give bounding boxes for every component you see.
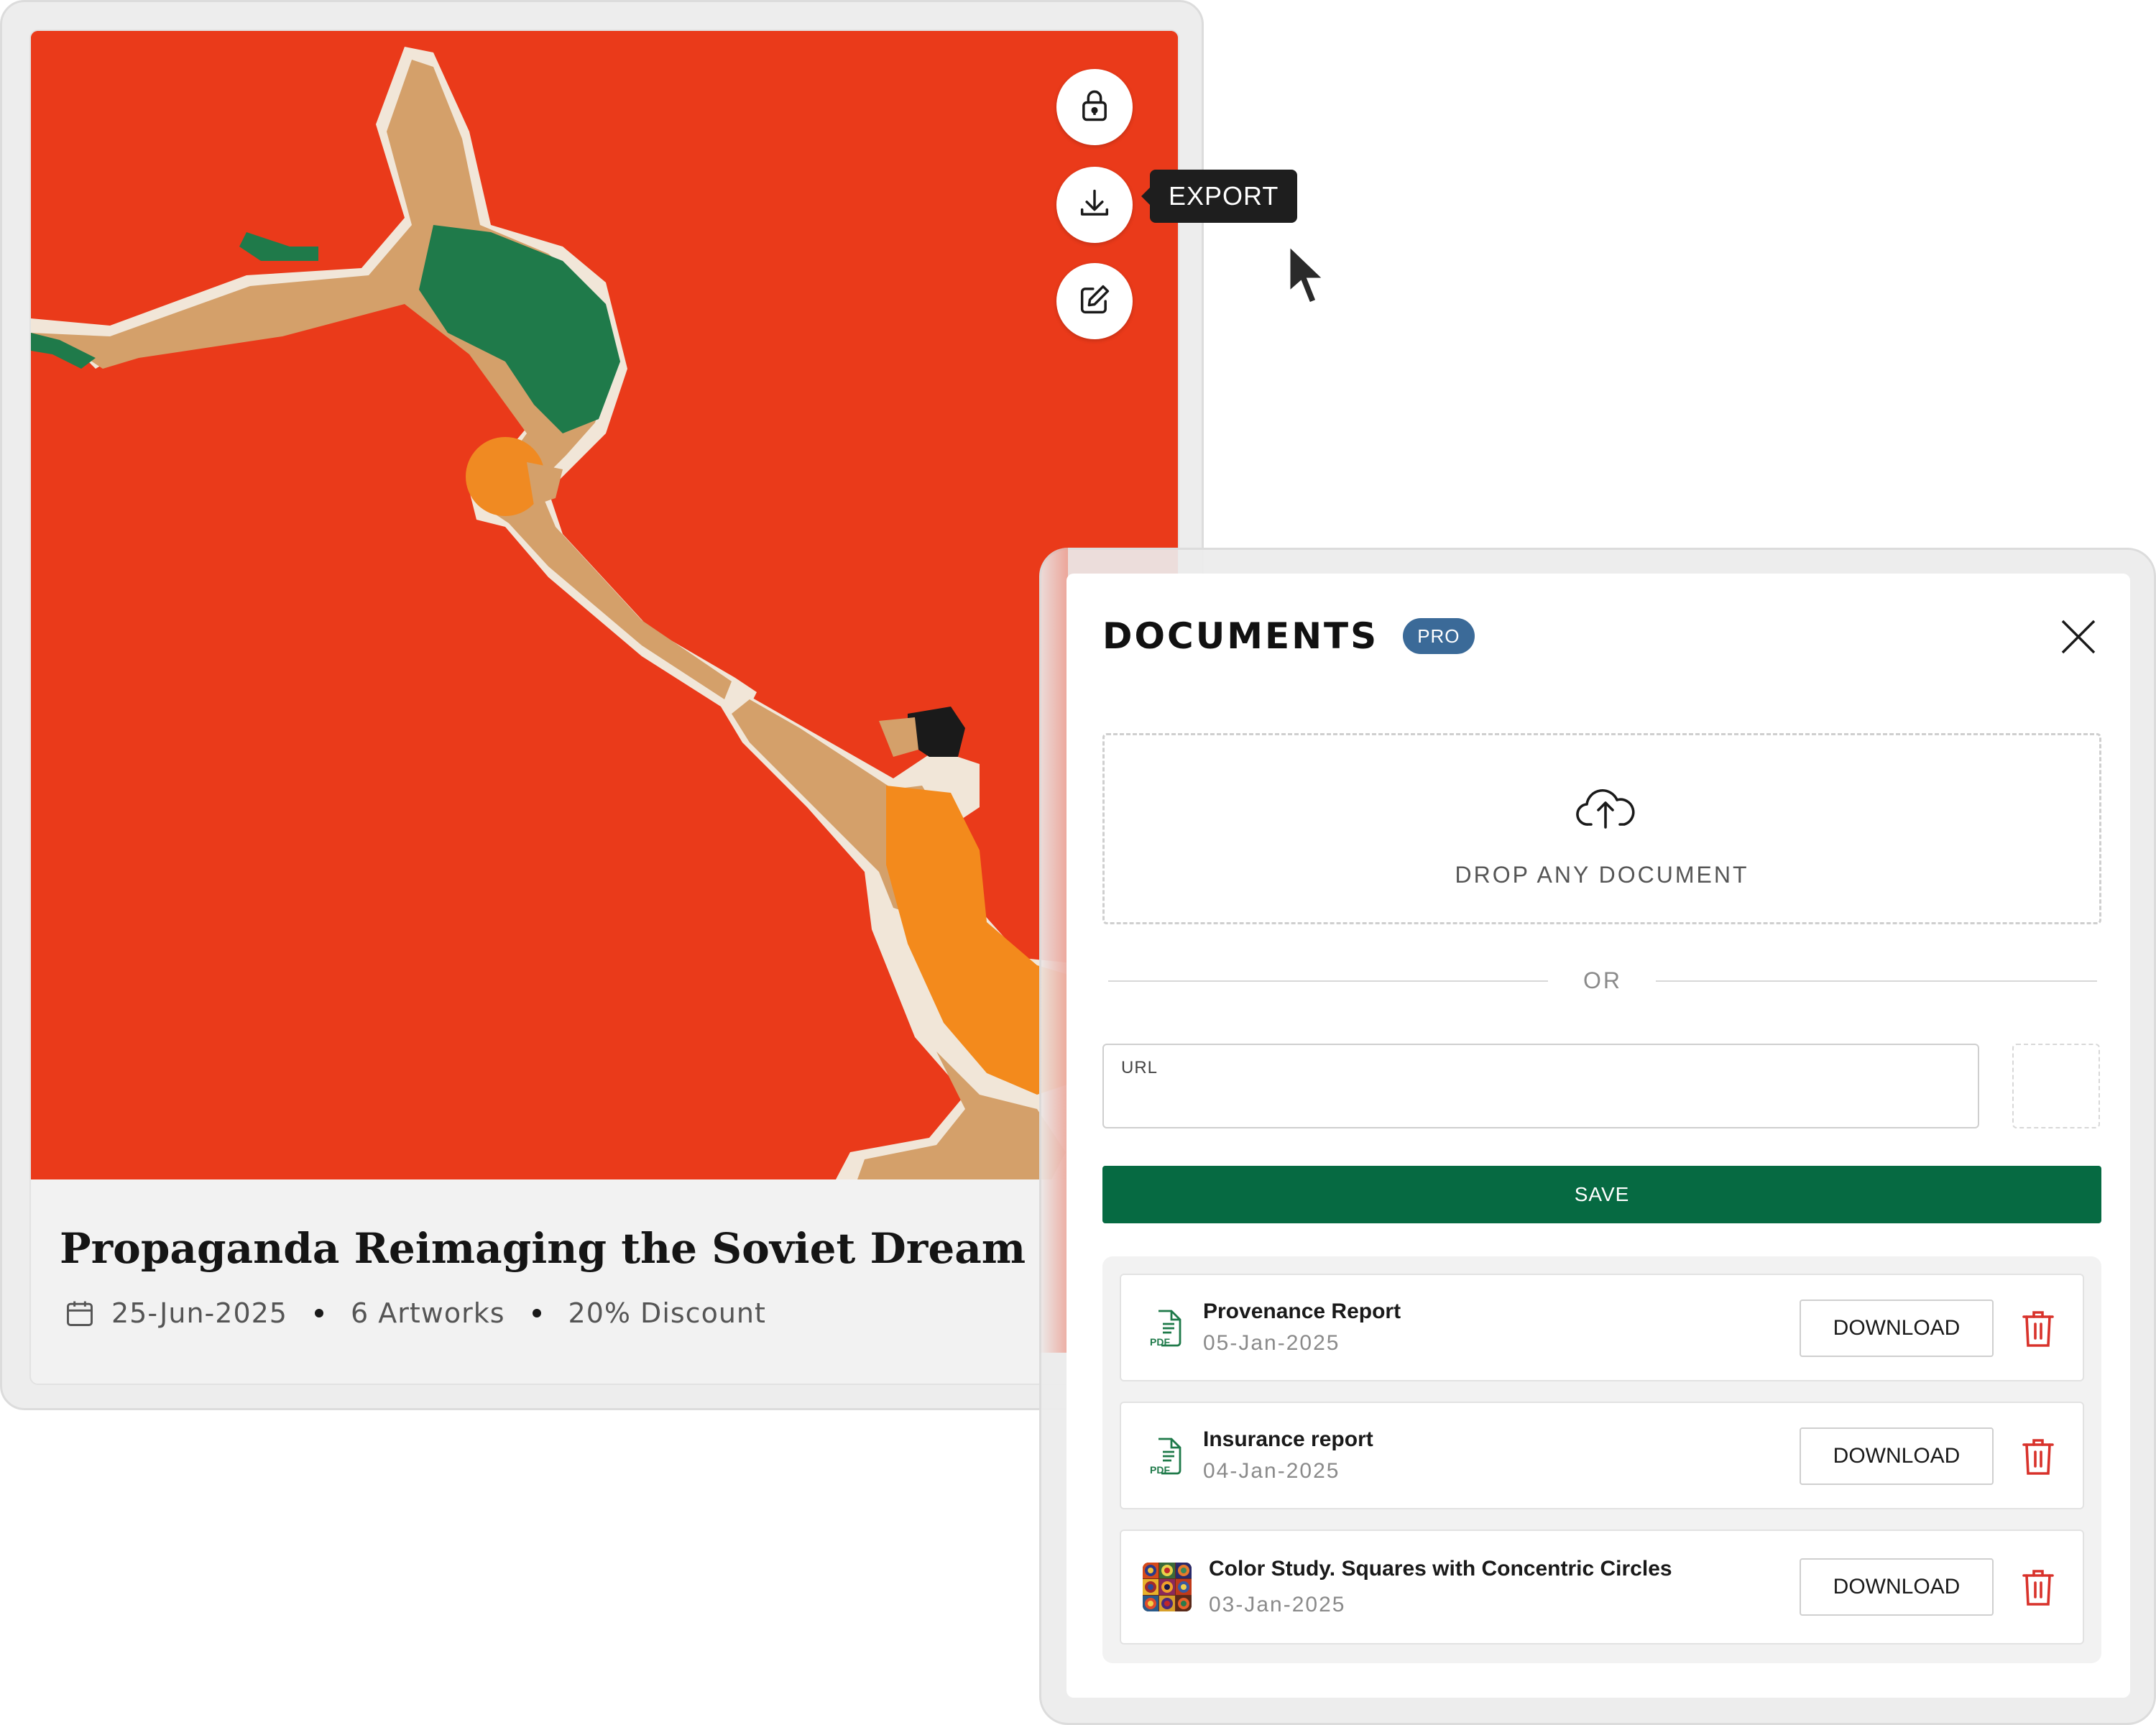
save-button[interactable]: SAVE [1102, 1166, 2101, 1223]
download-button[interactable]: DOWNLOAD [1800, 1300, 1994, 1357]
modal-header: DOCUMENTS PRO [1102, 615, 1475, 657]
edit-icon [1076, 281, 1113, 322]
svg-text:PDF: PDF [1150, 1464, 1170, 1476]
document-row: PDF Provenance Report 05-Jan-2025 DOWNLO… [1120, 1274, 2084, 1381]
download-button[interactable]: DOWNLOAD [1800, 1427, 1994, 1485]
collection-meta: 25-Jun-2025 6 Artworks 20% Discount [64, 1297, 766, 1329]
collection-card: Propaganda Reimaging the Soviet Dream 25… [0, 0, 1204, 1410]
dropzone-label: DROP ANY DOCUMENT [1455, 862, 1749, 888]
or-divider: OR [1108, 966, 2097, 995]
mouse-cursor-icon [1288, 243, 1327, 305]
modal-title: DOCUMENTS [1102, 615, 1379, 657]
document-date: 04-Jan-2025 [1203, 1459, 1340, 1483]
export-tooltip: EXPORT [1141, 170, 1298, 223]
document-name: Provenance Report [1203, 1300, 1401, 1323]
close-icon [2061, 620, 2096, 654]
trash-icon[interactable] [2021, 1436, 2055, 1476]
document-list: PDF Provenance Report 05-Jan-2025 DOWNLO… [1102, 1256, 2101, 1663]
collection-title: Propaganda Reimaging the Soviet Dream [60, 1224, 1026, 1273]
collection-date: 25-Jun-2025 [111, 1297, 287, 1329]
pdf-file-icon: PDF [1150, 1438, 1181, 1476]
cloud-upload-icon [1576, 789, 1635, 829]
lock-icon [1076, 87, 1113, 128]
document-name: Insurance report [1203, 1427, 1373, 1451]
pdf-file-icon: PDF [1150, 1310, 1181, 1348]
separator-dot [532, 1309, 541, 1317]
calendar-icon [64, 1297, 96, 1329]
collection-card-inner: Propaganda Reimaging the Soviet Dream 25… [29, 29, 1179, 1385]
edit-button[interactable] [1056, 263, 1133, 339]
artwork-illustration [31, 31, 1178, 1179]
discount-label: 20% Discount [568, 1297, 766, 1329]
download-icon [1076, 185, 1113, 226]
document-row: Color Study. Squares with Concentric Cir… [1120, 1530, 2084, 1644]
url-label: URL [1121, 1058, 1158, 1077]
close-button[interactable] [2057, 615, 2100, 658]
trash-icon[interactable] [2021, 1308, 2055, 1348]
panel-edge-shadow [1039, 548, 1068, 1353]
download-button[interactable]: DOWNLOAD [1800, 1558, 1994, 1616]
url-preview-box [2012, 1044, 2100, 1128]
divider-line [1656, 980, 2097, 982]
document-row: PDF Insurance report 04-Jan-2025 DOWNLOA… [1120, 1402, 2084, 1509]
trash-icon[interactable] [2021, 1567, 2055, 1607]
artwork-thumbnail [1143, 1563, 1192, 1611]
svg-text:PDF: PDF [1150, 1336, 1170, 1348]
document-date: 05-Jan-2025 [1203, 1331, 1340, 1355]
export-button[interactable] [1056, 167, 1133, 243]
document-name: Color Study. Squares with Concentric Cir… [1209, 1557, 1672, 1581]
separator-dot [314, 1309, 323, 1317]
document-date: 03-Jan-2025 [1209, 1593, 1346, 1616]
url-input[interactable] [1120, 1084, 1962, 1118]
documents-modal: DOCUMENTS PRO DROP ANY DOCUMENT OR URL S… [1067, 574, 2130, 1698]
pro-badge: PRO [1403, 618, 1475, 654]
url-field[interactable]: URL [1102, 1044, 1979, 1128]
artworks-count: 6 Artworks [350, 1297, 505, 1329]
document-dropzone[interactable]: DROP ANY DOCUMENT [1102, 733, 2101, 924]
lock-button[interactable] [1056, 69, 1133, 145]
artwork-image[interactable] [31, 31, 1178, 1179]
